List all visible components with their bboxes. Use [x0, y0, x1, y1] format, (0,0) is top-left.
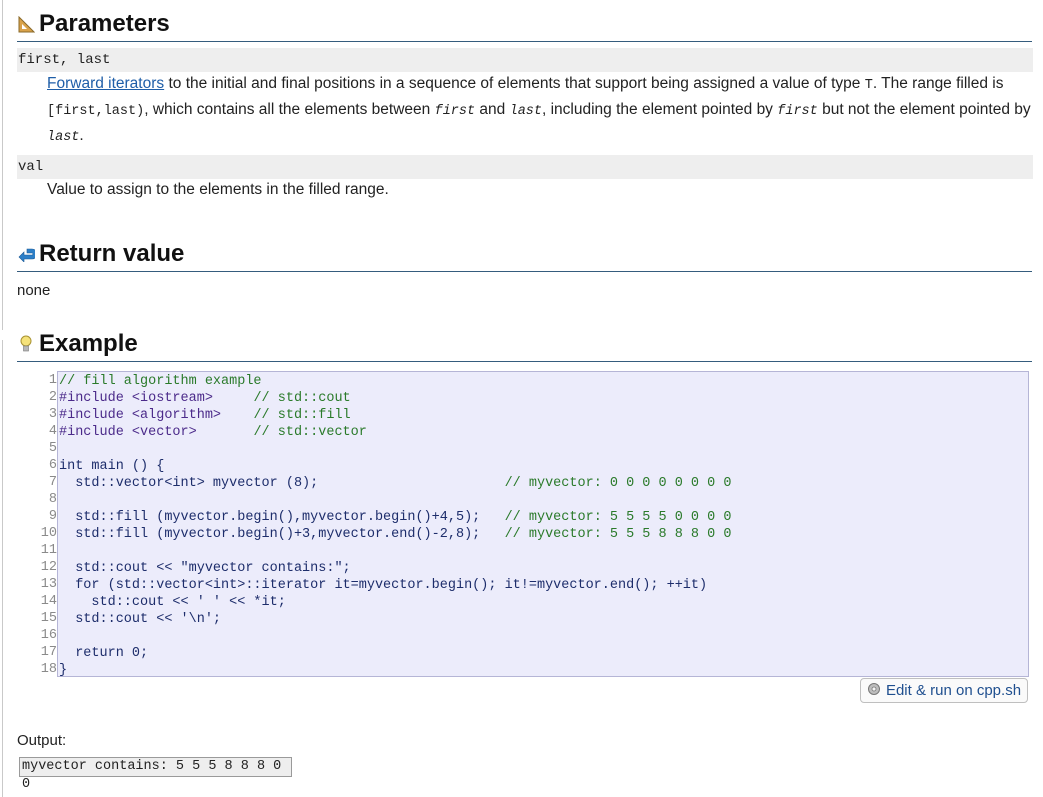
- param-term-val: val: [17, 155, 1033, 179]
- line-number: 17: [40, 645, 57, 660]
- line-number: 14: [40, 594, 57, 609]
- line-number: 12: [40, 560, 57, 575]
- code-example: 1 2 3 4 5 6 7 8 9 10 11 12 13 14 15 16 17 18 // fill algo…: [17, 371, 1030, 678]
- section-title: Parameters: [39, 10, 170, 37]
- code-line: #include <vector> // std::vector: [59, 425, 367, 440]
- range-code: [first,last): [47, 104, 145, 119]
- code-listing[interactable]: // fill algorithm example #include <iostr…: [57, 371, 1029, 678]
- return-arrow-icon: [17, 245, 35, 263]
- code-line: std::cout << ' ' << *it;: [59, 595, 286, 610]
- left-margin-rule: [2, 340, 3, 797]
- param-ref: first: [434, 104, 476, 119]
- code-line: std::vector<int> myvector (8); // myvect…: [59, 476, 732, 491]
- line-number: 18: [40, 662, 57, 677]
- edit-run-label: Edit & run on cpp.sh: [885, 682, 1022, 699]
- output-box: myvector contains: 5 5 5 8 8 8 0 0: [19, 757, 292, 792]
- line-number: 15: [40, 611, 57, 626]
- code-line: }: [59, 663, 68, 678]
- desc-text: to the initial and final positions in a …: [164, 75, 865, 92]
- desc-text: . The range filled is: [872, 75, 1004, 92]
- section-title: Return value: [39, 240, 185, 267]
- code-line: for (std::vector<int>::iterator it=myvec…: [59, 578, 708, 593]
- gear-icon: [867, 682, 881, 700]
- section-title: Example: [39, 330, 138, 357]
- desc-text: , which contains all the elements betwee…: [144, 101, 435, 118]
- lightbulb-icon: [17, 335, 35, 353]
- code-line: std::cout << '\n';: [59, 612, 222, 627]
- line-number: 9: [48, 509, 57, 524]
- line-number: 7: [48, 475, 57, 490]
- code-line: std::fill (myvector.begin(),myvector.beg…: [59, 510, 732, 525]
- line-number: 3: [48, 407, 57, 422]
- param-term-first-last: first, last: [17, 48, 1033, 72]
- code-line: std::fill (myvector.begin()+3,myvector.e…: [59, 527, 732, 542]
- line-number: 11: [40, 543, 57, 558]
- desc-text: , including the element pointed by: [542, 101, 778, 118]
- code-line: std::cout << "myvector contains:";: [59, 561, 351, 576]
- param-ref: last: [47, 130, 80, 145]
- line-number: 2: [48, 390, 57, 405]
- output-label: Output:: [17, 732, 67, 749]
- line-number: 1: [48, 373, 57, 388]
- forward-iterators-link[interactable]: Forward iterators: [47, 75, 164, 92]
- parameters-heading: Parameters: [17, 10, 1032, 42]
- ruler-triangle-icon: [17, 15, 35, 33]
- example-heading: Example: [17, 330, 1032, 362]
- code-line: int main () {: [59, 459, 165, 474]
- code-line: return 0;: [59, 646, 149, 661]
- param-desc-val: Value to assign to the elements in the f…: [47, 181, 389, 198]
- type-name: T: [864, 78, 873, 93]
- line-number: 10: [40, 526, 57, 541]
- edit-run-button[interactable]: Edit & run on cpp.sh: [860, 678, 1028, 703]
- line-number: 13: [40, 577, 57, 592]
- desc-text: and: [475, 101, 510, 118]
- return-value-heading: Return value: [17, 240, 1032, 272]
- line-numbers: 1 2 3 4 5 6 7 8 9 10 11 12 13 14 15 16 17 18: [17, 371, 57, 678]
- desc-text: .: [79, 127, 84, 144]
- line-number: 8: [48, 492, 57, 507]
- param-desc-first-last: Forward iterators to the initial and fin…: [47, 72, 1032, 150]
- line-number: 16: [40, 628, 57, 643]
- code-line: #include <iostream> // std::cout: [59, 391, 351, 406]
- return-value-text: none: [17, 282, 51, 299]
- line-number: 6: [48, 458, 57, 473]
- code-line: #include <algorithm> // std::fill: [59, 408, 351, 423]
- left-margin-rule: [2, 0, 3, 330]
- desc-text: but not the element pointed by: [817, 101, 1031, 118]
- code-line: // fill algorithm example: [59, 374, 262, 389]
- param-ref: first: [777, 104, 818, 119]
- line-number: 4: [48, 424, 57, 439]
- param-ref: last: [509, 104, 542, 119]
- line-number: 5: [48, 441, 57, 456]
